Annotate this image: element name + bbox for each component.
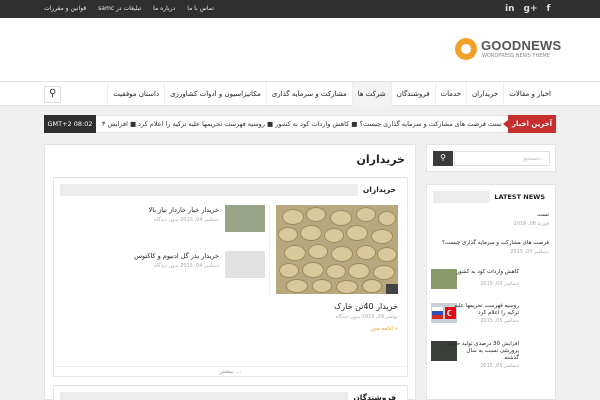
list-item[interactable]: خریدار خیار خارداز تیاز بالا دسامبر 04, … <box>62 205 269 251</box>
post-thumbnail[interactable] <box>225 205 265 232</box>
nav-item-success-stories[interactable]: داستان موفقیت <box>107 82 164 106</box>
news-title-line3[interactable]: گذشته <box>504 355 519 361</box>
news-date: فوریه 08, 2016 <box>513 221 549 227</box>
top-menu-rules[interactable]: قوانین و مقررات <box>44 0 86 18</box>
ticker-time: GMT+2 08:02 <box>44 115 96 133</box>
featured-post[interactable]: خریدار 40تن خارک نوامبر 29, 2015 بدون دی… <box>276 205 398 332</box>
section-title[interactable]: فروشندگان <box>348 392 401 400</box>
post-title[interactable]: خریدار بذر گل ادنیوم و کاکتوس <box>134 252 219 260</box>
nav-item-investment[interactable]: مشارکت و سرمایه گذاری <box>265 82 352 106</box>
news-thumbnail[interactable] <box>431 269 457 289</box>
logo-name: GOODNEWS <box>481 38 562 53</box>
site-logo[interactable]: GOODNEWS WORDPRESS NEWS THEME <box>455 38 565 64</box>
latest-news-widget: LATEST NEWS تست فوریه 08, 2016 فرصت های … <box>426 184 556 400</box>
news-date: دسامبر 05, 2015 <box>480 281 519 287</box>
ticker-text[interactable]: تست فرصت های مشارکت و سرمایه گذاری چیست؟… <box>101 116 502 132</box>
news-title[interactable]: فرصت های مشارکت و سرمایه گذاری چیست؟ <box>442 240 549 246</box>
news-title-line2[interactable]: پرورشی نسبت به سال <box>466 348 519 354</box>
search-icon: ⚲ <box>49 88 57 99</box>
logo-icon <box>455 38 477 60</box>
read-more-link[interactable]: ادامه متن « <box>276 326 398 332</box>
main-nav: ⚲ اخبار و مقالات خریداران خدمات فروشندگا… <box>0 81 600 106</box>
social-links: in g+ f <box>505 3 550 15</box>
top-menu-contact[interactable]: تماس با ما <box>187 0 214 18</box>
news-item[interactable]: افزایش 30 درصدی تولید خاویار پرورشی نسبت… <box>431 341 549 377</box>
list-item[interactable]: خریدار بذر گل ادنیوم و کاکتوس دسامبر 04,… <box>62 251 269 297</box>
linkedin-icon[interactable]: in <box>505 3 515 15</box>
top-menu: تماس با ما درباره ما تبلیغات در samc قوا… <box>44 0 214 18</box>
nav-item-buyers[interactable]: خریداران <box>466 82 503 106</box>
post-list: خریدار خیار خارداز تیاز بالا دسامبر 04, … <box>62 205 270 297</box>
news-item[interactable]: فرصت های مشارکت و سرمایه گذاری چیست؟ دسا… <box>431 240 549 258</box>
post-meta: دسامبر 04, 2015 بدون دیدگاه <box>154 217 219 223</box>
section-title[interactable]: خریداران <box>357 184 401 196</box>
top-bar: in g+ f تماس با ما درباره ما تبلیغات در … <box>0 0 600 18</box>
search-input[interactable]: جستجو... <box>454 151 550 166</box>
search-widget: ⚲ جستجو... <box>426 144 556 172</box>
nav-search-button[interactable]: ⚲ <box>44 86 61 103</box>
news-item[interactable]: روسیه فهرست تحریمها علیه ترکیه را اعلام … <box>431 303 549 329</box>
post-title[interactable]: خریدار خیار خارداز تیاز بالا <box>149 206 220 214</box>
news-title[interactable]: تست <box>537 212 549 218</box>
news-date: دسامبر 05, 2015 <box>510 249 549 255</box>
top-menu-ads[interactable]: تبلیغات در samc <box>98 0 141 18</box>
nav-items: اخبار و مقالات خریداران خدمات فروشندگان … <box>107 82 556 106</box>
nav-item-sellers[interactable]: فروشندگان <box>390 82 435 106</box>
main-content: خریداران خریداران خریدار 40تن خارک نوامب… <box>44 144 416 400</box>
news-item[interactable]: تست فوریه 08, 2016 <box>431 212 549 230</box>
section-header: فروشندگان <box>60 392 401 400</box>
news-date: دسامبر 05, 2015 <box>480 363 519 369</box>
news-title[interactable]: روسیه فهرست تحریمها علیه <box>454 303 519 309</box>
nav-item-services[interactable]: خدمات <box>434 82 466 106</box>
buyers-section: خریداران خریدار 40تن خارک نوامبر 29, 201… <box>53 177 408 377</box>
search-button[interactable]: ⚲ <box>433 151 453 166</box>
news-thumbnail[interactable] <box>431 303 457 323</box>
featured-title[interactable]: خریدار 40تن خارک <box>276 302 398 311</box>
nav-item-news[interactable]: اخبار و مقالات <box>503 82 556 106</box>
nav-item-mechanization[interactable]: مکانیزاسیون و ادوات کشاورزی <box>164 82 266 106</box>
sellers-section: فروشندگان <box>53 385 408 400</box>
logo-tagline: WORDPRESS NEWS THEME <box>482 53 550 59</box>
news-date: دسامبر 05, 2015 <box>480 318 519 324</box>
image-format-icon <box>386 284 398 294</box>
nav-item-companies[interactable]: شرکت ها <box>351 82 391 106</box>
section-header: خریداران <box>60 184 401 196</box>
news-title-line2[interactable]: ترکیه را اعلام کرد <box>478 310 519 316</box>
news-title[interactable]: کاهش واردات کود به کشور <box>456 269 519 275</box>
search-icon: ⚲ <box>440 153 446 162</box>
news-title[interactable]: افزایش 30 درصدی تولید خاویار <box>447 341 519 347</box>
widget-title: LATEST NEWS <box>490 191 549 203</box>
featured-image[interactable] <box>276 205 398 294</box>
post-thumbnail[interactable] <box>225 251 265 278</box>
widget-header: LATEST NEWS <box>433 191 549 203</box>
flags-icon <box>432 307 456 319</box>
ticker-label: آخرین اخبار <box>503 115 556 133</box>
site-header: GOODNEWS WORDPRESS NEWS THEME <box>0 18 600 81</box>
more-link[interactable]: بیشتر ... <box>54 366 407 376</box>
google-plus-icon[interactable]: g+ <box>524 3 538 15</box>
post-meta: دسامبر 04, 2015 بدون دیدگاه <box>154 263 219 269</box>
news-ticker: GMT+2 08:02 تست فرصت های مشارکت و سرمایه… <box>44 115 557 133</box>
featured-meta: نوامبر 29, 2015 بدون دیدگاه <box>335 314 398 320</box>
facebook-icon[interactable]: f <box>546 3 550 15</box>
news-item[interactable]: کاهش واردات کود به کشور دسامبر 05, 2015 <box>431 269 549 293</box>
top-menu-about[interactable]: درباره ما <box>153 0 175 18</box>
page-title: خریداران <box>356 153 405 166</box>
